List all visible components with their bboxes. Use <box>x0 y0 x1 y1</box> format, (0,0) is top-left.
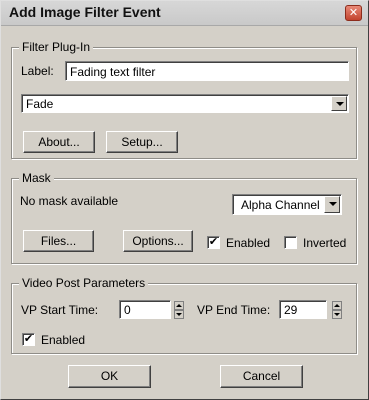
setup-button-label: Setup... <box>121 135 163 149</box>
video-post-group: Video Post Parameters VP Start Time: 0 V… <box>11 276 357 354</box>
vp-start-caption: VP Start Time: <box>21 303 99 317</box>
channel-dropdown-value: Alpha Channel <box>241 198 320 212</box>
vp-enabled-checkbox[interactable]: ✔ <box>22 333 35 346</box>
check-icon: ✔ <box>208 236 219 248</box>
vp-end-input[interactable]: 29 <box>279 300 327 319</box>
files-button[interactable]: Files... <box>23 230 94 252</box>
video-post-group-title: Video Post Parameters <box>19 276 149 290</box>
filter-dropdown[interactable]: Fade <box>21 94 349 113</box>
filter-plugin-group: Filter Plug-In Label: Fading text filter… <box>11 40 357 159</box>
mask-status-text: No mask available <box>20 194 119 208</box>
mask-inverted-checkbox[interactable] <box>284 236 297 249</box>
about-button[interactable]: About... <box>23 131 95 153</box>
vp-end-value: 29 <box>284 303 298 317</box>
close-icon: ✕ <box>348 7 359 19</box>
title-bar[interactable]: Add Image Filter Event ✕ <box>1 1 368 26</box>
close-button[interactable]: ✕ <box>345 5 362 21</box>
ok-button-label: OK <box>100 369 119 383</box>
label-caption: Label: <box>21 64 54 78</box>
filter-dropdown-value: Fade <box>26 97 54 111</box>
setup-button[interactable]: Setup... <box>106 131 178 153</box>
files-button-label: Files... <box>40 234 77 248</box>
cancel-button[interactable]: Cancel <box>220 365 303 388</box>
add-image-filter-event-dialog: Add Image Filter Event ✕ Filter Plug-In … <box>0 0 369 400</box>
vp-end-spinner[interactable] <box>332 301 342 319</box>
label-input[interactable]: Fading text filter <box>65 61 349 81</box>
mask-inverted-label[interactable]: Inverted <box>303 236 346 250</box>
chevron-down-icon[interactable] <box>331 96 347 111</box>
options-button[interactable]: Options... <box>123 230 193 252</box>
window-title: Add Image Filter Event <box>9 4 161 20</box>
vp-start-input[interactable]: 0 <box>119 300 171 319</box>
spinner-up-icon[interactable] <box>174 301 184 310</box>
vp-start-spinner[interactable] <box>174 301 184 319</box>
vp-start-value: 0 <box>124 303 131 317</box>
vp-end-caption: VP End Time: <box>197 303 271 317</box>
options-button-label: Options... <box>132 234 184 248</box>
about-button-label: About... <box>38 135 80 149</box>
mask-enabled-checkbox[interactable]: ✔ <box>207 236 220 249</box>
spinner-down-icon[interactable] <box>174 310 184 319</box>
spinner-up-icon[interactable] <box>332 301 342 310</box>
label-input-value: Fading text filter <box>70 65 156 79</box>
mask-group-title: Mask <box>19 171 54 185</box>
chevron-down-icon[interactable] <box>324 196 340 213</box>
vp-enabled-label[interactable]: Enabled <box>41 333 85 347</box>
spinner-down-icon[interactable] <box>332 310 342 319</box>
channel-dropdown[interactable]: Alpha Channel <box>232 194 342 215</box>
check-icon: ✔ <box>23 333 34 345</box>
mask-group: Mask No mask available Alpha Channel Fil… <box>11 171 357 264</box>
ok-button[interactable]: OK <box>68 365 151 388</box>
filter-plugin-group-title: Filter Plug-In <box>19 40 94 54</box>
mask-enabled-label[interactable]: Enabled <box>226 236 270 250</box>
cancel-button-label: Cancel <box>242 369 281 383</box>
